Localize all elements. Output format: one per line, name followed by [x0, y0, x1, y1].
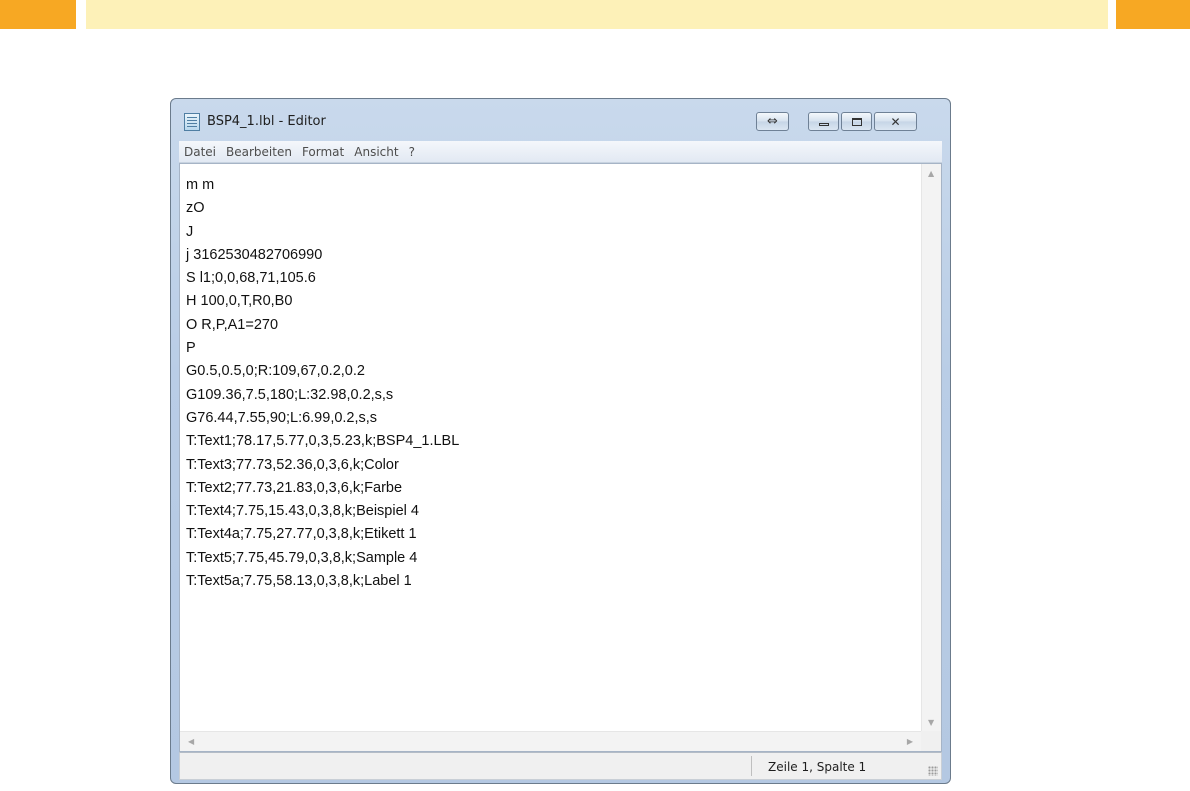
scroll-left-icon[interactable]: ◀ [188, 737, 194, 746]
editor-pane: m m zO J j 3162530482706990 S l1;0,0,68,… [179, 163, 942, 752]
menu-format[interactable]: Format [297, 145, 349, 159]
scrollbar-corner [921, 731, 941, 751]
notepad-icon[interactable] [184, 113, 200, 131]
close-button[interactable]: ✕ [874, 112, 917, 131]
close-icon: ✕ [890, 114, 901, 129]
cursor-position: Zeile 1, Spalte 1 [768, 760, 867, 774]
menu-bar: Datei Bearbeiten Format Ansicht ? [179, 141, 942, 163]
resize-grip-icon[interactable] [928, 766, 938, 776]
menu-ansicht[interactable]: Ansicht [349, 145, 403, 159]
maximize-icon [851, 117, 862, 126]
double-arrow-icon: ⇔ [767, 114, 778, 129]
editor-window: BSP4_1.lbl - Editor ⇔ ✕ Datei Bearbeiten… [170, 98, 951, 784]
horizontal-scrollbar[interactable]: ◀ ▶ [180, 731, 921, 751]
header-banner [86, 0, 1108, 29]
header-accent-right [1116, 0, 1190, 29]
snap-button[interactable]: ⇔ [756, 112, 789, 131]
text-line: G0.5,0.5,0;R:109,67,0.2,0.2 [186, 363, 365, 380]
status-divider [751, 756, 752, 776]
menu-datei[interactable]: Datei [179, 145, 221, 159]
menu-bearbeiten[interactable]: Bearbeiten [221, 145, 297, 159]
text-area[interactable]: m m zO J j 3162530482706990 S l1;0,0,68,… [182, 166, 919, 731]
text-line: P [186, 340, 196, 357]
scroll-down-icon[interactable]: ▼ [928, 718, 934, 727]
text-line: m m [186, 177, 215, 193]
text-line: T:Text1;78.17,5.77,0,3,5.23,k;BSP4_1.LBL [186, 433, 460, 450]
text-line: G109.36,7.5,180;L:32.98,0.2,s,s [186, 386, 394, 403]
vertical-scrollbar[interactable]: ▲ ▼ [921, 164, 941, 731]
text-line: O R,P,A1=270 [186, 316, 279, 333]
text-line: T:Text4;7.75,15.43,0,3,8,k;Beispiel 4 [186, 503, 419, 520]
window-title: BSP4_1.lbl - Editor [207, 114, 326, 129]
scroll-right-icon[interactable]: ▶ [907, 737, 913, 746]
text-line: T:Text5;7.75,45.79,0,3,8,k;Sample 4 [186, 549, 418, 566]
text-line: j 3162530482706990 [186, 246, 323, 263]
minimize-button[interactable] [808, 112, 839, 131]
scroll-up-icon[interactable]: ▲ [928, 169, 934, 178]
text-line: H 100,0,T,R0,B0 [186, 293, 293, 310]
title-bar[interactable]: BSP4_1.lbl - Editor ⇔ ✕ [171, 99, 950, 141]
maximize-button[interactable] [841, 112, 872, 131]
status-bar: Zeile 1, Spalte 1 [179, 752, 942, 780]
text-line: T:Text4a;7.75,27.77,0,3,8,k;Etikett 1 [186, 526, 417, 543]
minimize-icon [818, 123, 829, 126]
text-line: zO [186, 200, 205, 217]
menu-help[interactable]: ? [404, 145, 420, 159]
text-line: G76.44,7.55,90;L:6.99,0.2,s,s [186, 409, 378, 426]
header-accent-left [0, 0, 76, 29]
text-line: S l1;0,0,68,71,105.6 [186, 270, 316, 287]
text-line: T:Text2;77.73,21.83,0,3,6,k;Farbe [186, 479, 403, 496]
text-line: J [186, 223, 194, 240]
text-line: T:Text3;77.73,52.36,0,3,6,k;Color [186, 456, 399, 473]
text-line: T:Text5a;7.75,58.13,0,3,8,k;Label 1 [186, 573, 412, 590]
